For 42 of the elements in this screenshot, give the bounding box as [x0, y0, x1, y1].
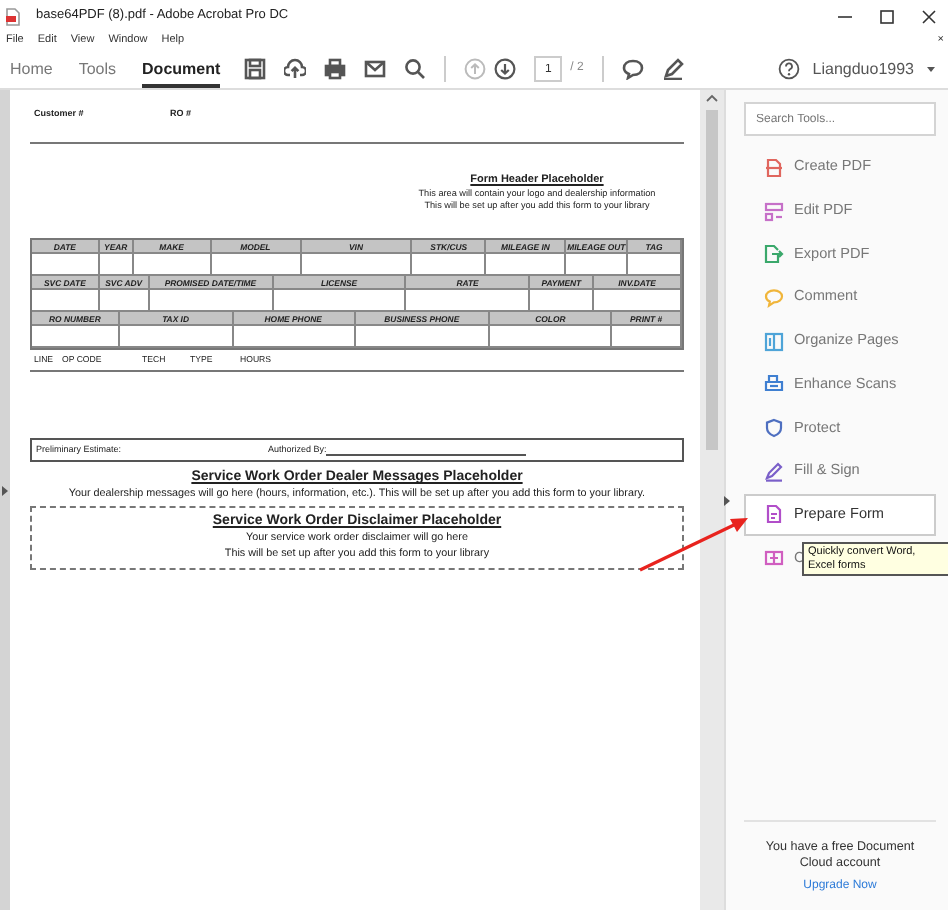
table-cell	[412, 254, 487, 276]
tab[interactable]: Home	[10, 54, 53, 88]
next-page-icon[interactable]	[494, 58, 517, 80]
collapse-arrow-icon[interactable]	[2, 486, 8, 496]
scroll-up-icon[interactable]	[706, 94, 718, 102]
print-icon[interactable]	[324, 58, 347, 80]
table-cell	[233, 326, 355, 348]
save-icon[interactable]	[244, 58, 267, 80]
table-cell	[628, 254, 682, 276]
table-cell	[119, 326, 234, 348]
table-cell	[486, 254, 567, 276]
table-cell	[530, 290, 595, 312]
table-cell	[566, 254, 629, 276]
mail-icon[interactable]	[364, 58, 387, 80]
maximize-icon[interactable]	[880, 9, 894, 23]
table-cell	[133, 254, 212, 276]
caret-icon[interactable]	[926, 65, 936, 73]
table-cell	[211, 254, 302, 276]
table-cell	[32, 290, 100, 312]
tab[interactable]: Tools	[78, 54, 117, 88]
cloud-upload-icon[interactable]	[284, 58, 307, 80]
table-cell	[273, 290, 407, 312]
user-name[interactable]: Liangduo1993	[812, 57, 914, 81]
pen-icon[interactable]	[661, 58, 684, 80]
table-cell	[32, 254, 100, 276]
table-cell	[301, 254, 413, 276]
table-cell	[594, 290, 682, 312]
table-cell	[406, 290, 531, 312]
table-cell	[149, 290, 274, 312]
table-cell	[612, 326, 682, 348]
table-cell	[32, 326, 120, 348]
table-cell	[355, 326, 491, 348]
comment-icon[interactable]	[621, 58, 644, 80]
search-icon[interactable]	[404, 58, 427, 80]
table-cell	[490, 326, 613, 348]
pdf-file-icon	[6, 7, 20, 25]
table-cell	[99, 254, 134, 276]
help-icon[interactable]	[778, 58, 801, 80]
close-icon[interactable]	[922, 9, 936, 23]
scrollbar-thumb[interactable]	[706, 110, 718, 450]
table-cell	[99, 290, 150, 312]
collapse-arrow-icon[interactable]	[724, 496, 730, 506]
